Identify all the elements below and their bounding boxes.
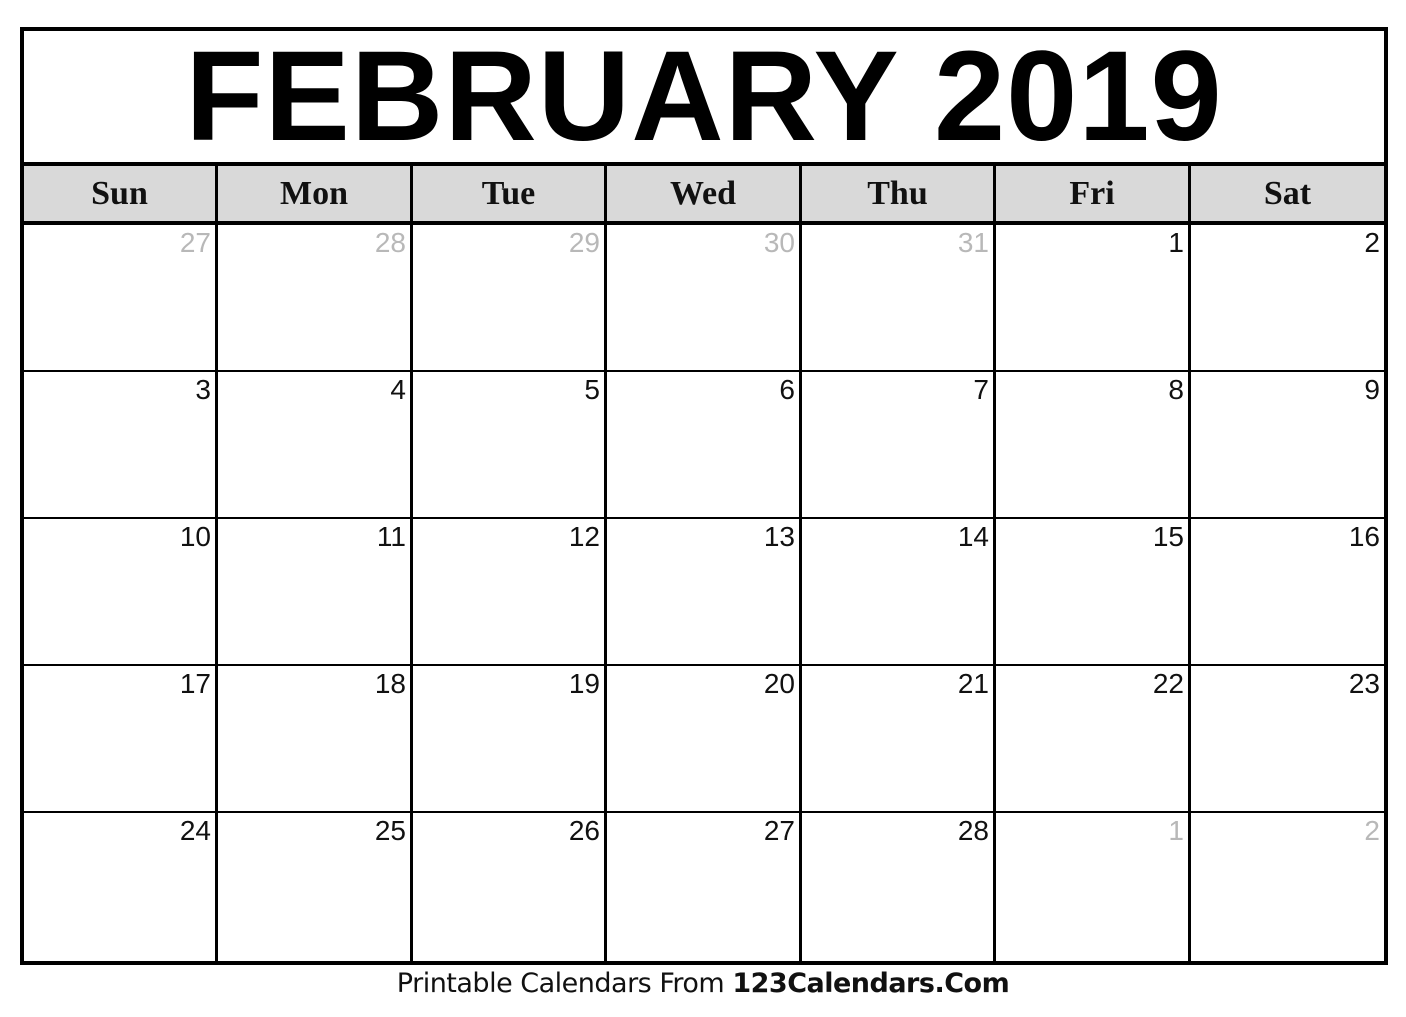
day-cell[interactable]: 9 [1191,372,1384,517]
day-cell[interactable]: 18 [218,666,413,811]
day-cell[interactable]: 4 [218,372,413,517]
day-cell[interactable]: 12 [413,519,607,664]
day-number: 24 [179,815,211,846]
footer-site-link[interactable]: 123Calendars.Com [732,968,1009,999]
week-row: 27 28 29 30 31 1 2 [24,225,1384,372]
day-number: 1 [1168,815,1184,846]
day-number: 28 [957,815,989,846]
day-cell[interactable]: 25 [218,813,413,961]
day-number: 16 [1348,521,1380,552]
day-cell[interactable]: 14 [802,519,996,664]
day-cell[interactable]: 3 [24,372,218,517]
day-cell[interactable]: 23 [1191,666,1384,811]
day-number: 28 [374,227,406,258]
day-number: 20 [763,668,795,699]
day-cell[interactable]: 16 [1191,519,1384,664]
day-number: 11 [376,521,406,552]
weekday-header-sun: Sun [24,166,218,221]
day-cell[interactable]: 1 [996,225,1191,370]
weekday-header-fri: Fri [996,166,1191,221]
day-cell[interactable]: 28 [802,813,996,961]
weekday-header-tue: Tue [413,166,607,221]
week-row: 3 4 5 6 7 8 9 [24,372,1384,519]
day-number: 18 [374,668,406,699]
day-cell[interactable]: 27 [607,813,802,961]
day-cell[interactable]: 17 [24,666,218,811]
day-number: 10 [179,521,211,552]
day-cell-outside-month[interactable]: 31 [802,225,996,370]
day-cell[interactable]: 26 [413,813,607,961]
day-number: 25 [374,815,406,846]
day-number: 17 [179,668,211,699]
day-cell[interactable]: 22 [996,666,1191,811]
day-number: 2 [1364,227,1380,258]
day-cell[interactable]: 20 [607,666,802,811]
day-cell-outside-month[interactable]: 30 [607,225,802,370]
day-number: 29 [568,227,600,258]
day-cell[interactable]: 2 [1191,225,1384,370]
day-cell[interactable]: 19 [413,666,607,811]
day-cell[interactable]: 6 [607,372,802,517]
weekday-header-mon: Mon [218,166,413,221]
day-number: 13 [763,521,795,552]
calendar-grid: 27 28 29 30 31 1 2 3 4 5 6 7 8 9 10 11 12 13 14 15 16 17 18 19 2… [24,225,1384,961]
day-number: 7 [973,374,989,405]
calendar-title: FEBRUARY 2019 [24,31,1384,166]
footer-credit: Printable Calendars From 123Calendars.Co… [0,968,1406,999]
week-row: 10 11 12 13 14 15 16 [24,519,1384,666]
day-cell[interactable]: 10 [24,519,218,664]
week-row: 24 25 26 27 28 1 2 [24,813,1384,961]
day-number: 1 [1168,227,1184,258]
day-number: 15 [1152,521,1184,552]
weekday-header-row: Sun Mon Tue Wed Thu Fri Sat [24,166,1384,225]
calendar-frame: FEBRUARY 2019 Sun Mon Tue Wed Thu Fri Sat 27 28… [20,27,1388,965]
day-number: 31 [957,227,989,258]
day-number: 12 [568,521,600,552]
day-cell-outside-month[interactable]: 1 [996,813,1191,961]
day-number: 27 [763,815,795,846]
day-cell[interactable]: 15 [996,519,1191,664]
day-number: 19 [568,668,600,699]
day-number: 4 [390,374,406,405]
week-row: 17 18 19 20 21 22 23 [24,666,1384,813]
day-cell[interactable]: 7 [802,372,996,517]
day-number: 23 [1348,668,1380,699]
weekday-header-thu: Thu [802,166,996,221]
day-cell[interactable]: 5 [413,372,607,517]
day-number: 26 [568,815,600,846]
day-number: 27 [179,227,211,258]
day-number: 14 [957,521,989,552]
day-cell[interactable]: 13 [607,519,802,664]
day-number: 6 [779,374,795,405]
weekday-header-wed: Wed [607,166,802,221]
day-cell[interactable]: 21 [802,666,996,811]
day-number: 2 [1364,815,1380,846]
day-number: 30 [763,227,795,258]
day-number: 21 [957,668,989,699]
day-cell[interactable]: 24 [24,813,218,961]
footer-prefix: Printable Calendars From [396,968,725,999]
day-number: 22 [1152,668,1184,699]
day-cell-outside-month[interactable]: 28 [218,225,413,370]
day-number: 3 [195,374,211,405]
day-cell[interactable]: 11 [218,519,413,664]
day-cell-outside-month[interactable]: 2 [1191,813,1384,961]
day-number: 8 [1168,374,1184,405]
day-cell-outside-month[interactable]: 29 [413,225,607,370]
day-cell[interactable]: 8 [996,372,1191,517]
day-number: 5 [584,374,600,405]
weekday-header-sat: Sat [1263,174,1312,212]
day-cell-outside-month[interactable]: 27 [24,225,218,370]
day-number: 9 [1364,374,1380,405]
